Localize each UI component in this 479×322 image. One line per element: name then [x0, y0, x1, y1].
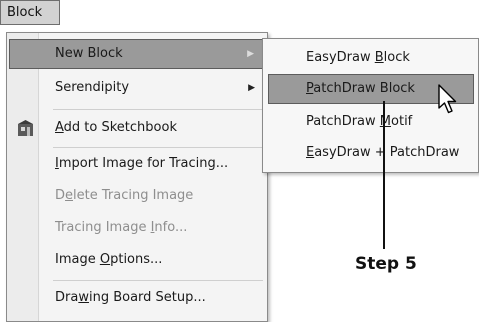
menu-item-drawing-board-setup[interactable]: Drawing Board Setup...: [9, 283, 265, 313]
menu-separator: [53, 147, 263, 148]
menu-item-label: Drawing Board Setup...: [55, 290, 206, 305]
menu-item-new-block[interactable]: New Block ▶: [9, 39, 265, 69]
menu-block[interactable]: Block: [0, 0, 60, 25]
menu-item-label: Add to Sketchbook: [55, 120, 177, 135]
submenu-arrow-icon: ▶: [247, 49, 254, 59]
menu-item-import-image[interactable]: Import Image for Tracing...: [9, 149, 265, 179]
step-callout-line: [383, 101, 385, 249]
menu-item-add-to-sketchbook[interactable]: Add to Sketchbook: [9, 113, 265, 143]
menu-separator: [53, 109, 263, 110]
menu-item-label: Delete Tracing Image: [55, 188, 194, 203]
step-annotation-label: Step 5: [355, 254, 417, 274]
menu-item-label: Serendipity: [55, 80, 130, 95]
menu-item-label: New Block: [55, 46, 123, 61]
sketchbook-icon: [18, 120, 33, 136]
menu-separator: [53, 280, 263, 281]
submenu-item-easydraw-patchdraw[interactable]: EasyDraw + PatchDraw: [268, 138, 474, 168]
menu-item-label: Tracing Image Info...: [55, 220, 188, 235]
menu-item-tracing-image-info[interactable]: Tracing Image Info...: [9, 213, 265, 243]
menu-item-image-options[interactable]: Image Options...: [9, 245, 265, 275]
submenu-item-easydraw-block[interactable]: EasyDraw Block: [268, 43, 474, 73]
menu-item-label: Image Options...: [55, 252, 163, 267]
mouse-pointer-icon: [438, 84, 457, 114]
menu-item-delete-tracing-image[interactable]: Delete Tracing Image: [9, 181, 265, 211]
menu-item-label: EasyDraw Block: [306, 50, 410, 65]
menu-item-label: PatchDraw Block: [306, 81, 415, 96]
block-dropdown-menu: New Block ▶ Serendipity ▶ Add to Sketchb…: [6, 32, 268, 322]
menu-item-label: Import Image for Tracing...: [55, 156, 229, 171]
submenu-arrow-icon: ▶: [248, 83, 255, 93]
menu-item-label: PatchDraw Motif: [306, 114, 413, 129]
menu-item-serendipity[interactable]: Serendipity ▶: [9, 73, 265, 103]
